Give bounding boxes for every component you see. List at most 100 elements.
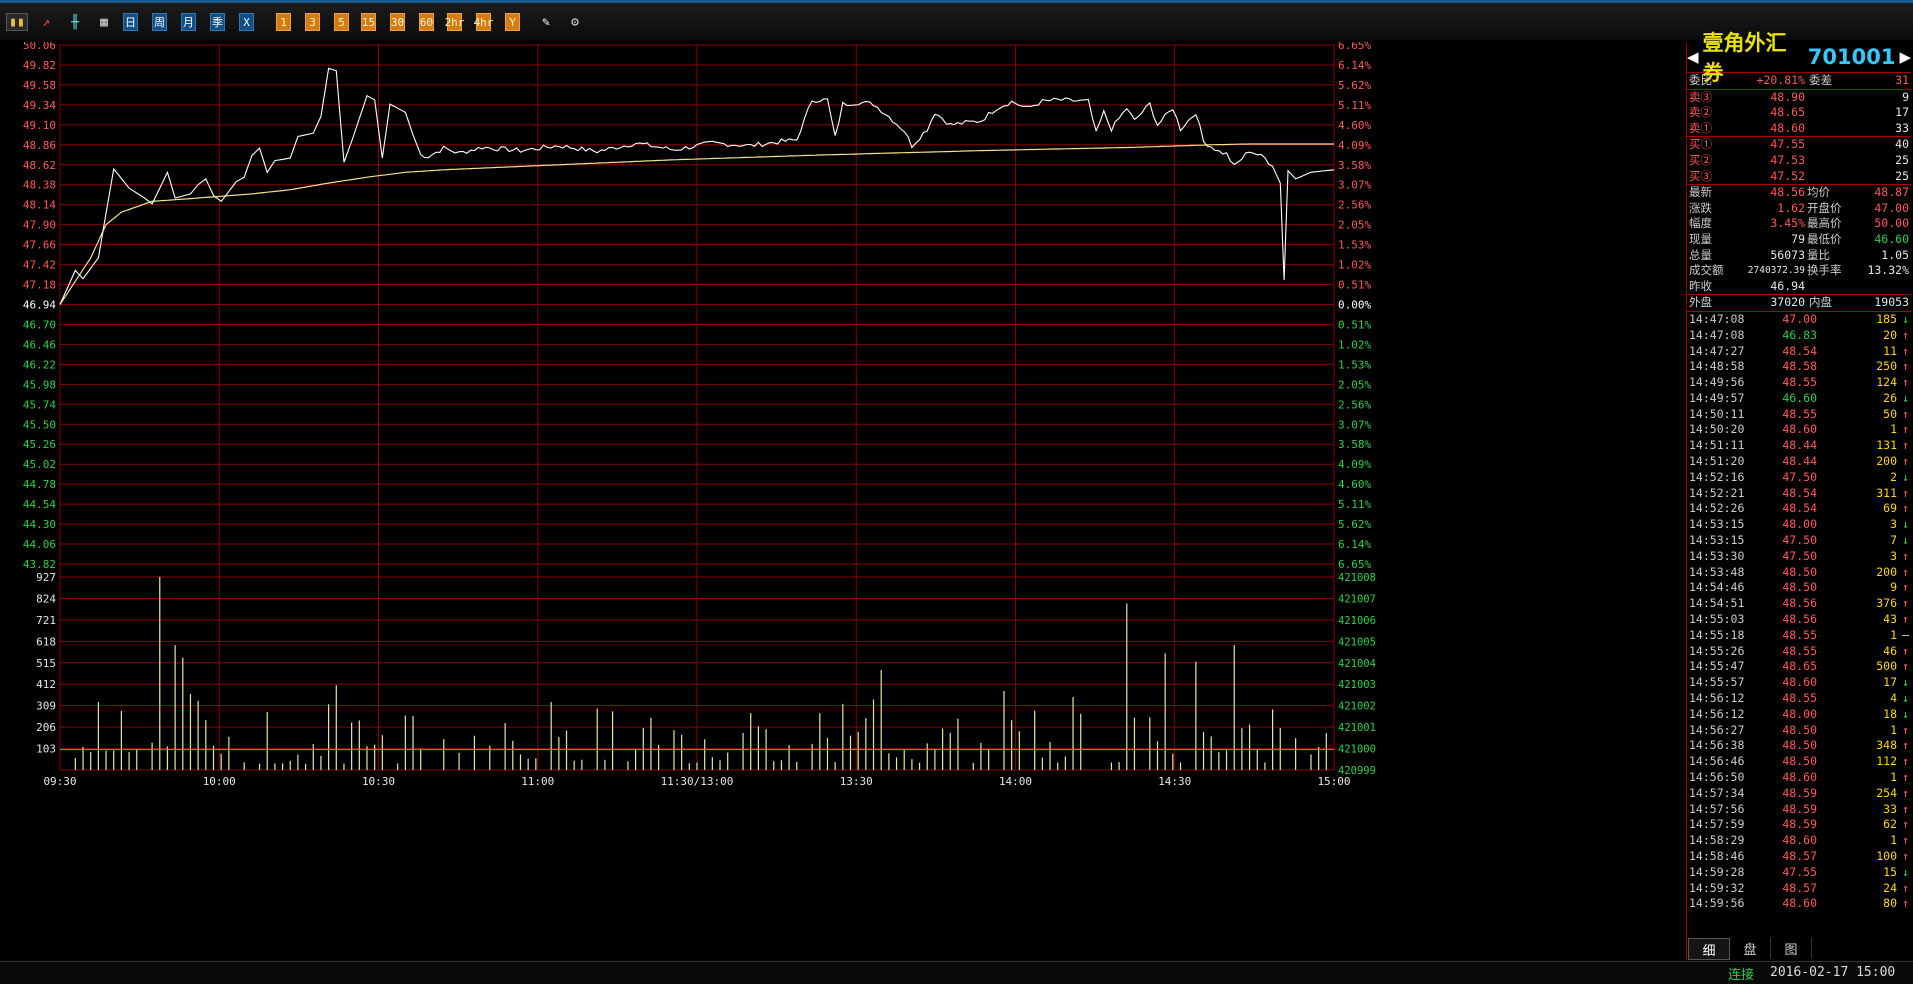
calendar-icon[interactable]: ▦ bbox=[93, 13, 115, 31]
bar-chart-icon[interactable]: ▮▮ bbox=[6, 13, 28, 31]
tick-list[interactable]: 14:47:08 47.00 185 ↓ 14:47:08 46.83 20 ↑ 14:47:2… bbox=[1687, 310, 1911, 912]
time-tick-label: 10:30 bbox=[362, 775, 395, 788]
quote-sidebar: ◀ 壹角外汇券 701001 ▶ 委比 +20.81% 委差 31 卖③ 48.9… bbox=[1686, 31, 1911, 960]
stat-value-2: 47.00 bbox=[1874, 200, 1909, 215]
tick-volume: 311 bbox=[1876, 485, 1897, 500]
stat-label: 成交额 bbox=[1689, 263, 1724, 278]
next-security-icon[interactable]: ▶ bbox=[1899, 48, 1911, 66]
detail-tabs: 细 盘 图 bbox=[1688, 938, 1812, 960]
tick-price: 47.50 bbox=[1782, 533, 1817, 548]
tick-price: 48.50 bbox=[1782, 564, 1817, 579]
pencil-icon[interactable]: ✎ bbox=[535, 13, 557, 31]
period-2hr-button[interactable]: 2hr bbox=[445, 13, 464, 31]
tick-time: 14:54:51 bbox=[1689, 596, 1745, 611]
period-y-button[interactable]: Y bbox=[505, 13, 520, 31]
stat-label: 幅度 bbox=[1689, 216, 1712, 231]
price-tick-label: 47.90 bbox=[23, 219, 56, 232]
period-x-button[interactable]: X bbox=[239, 13, 254, 31]
period-month-button[interactable]: 月 bbox=[181, 13, 196, 31]
tab-chart[interactable]: 图 bbox=[1771, 938, 1812, 958]
tick-volume: 100 bbox=[1876, 849, 1897, 863]
stat-label-2 bbox=[1805, 279, 1849, 295]
ask-label: 卖① bbox=[1689, 120, 1712, 135]
volume-tick-label: 927 bbox=[36, 571, 56, 584]
price-tick-label: 49.10 bbox=[23, 119, 56, 132]
tick-direction: ↑ bbox=[1902, 754, 1909, 769]
connection-status: 连接 bbox=[1728, 968, 1755, 983]
period-1-button[interactable]: 1 bbox=[276, 13, 291, 31]
tick-row: 14:56:12 48.55 4 ↓ bbox=[1687, 691, 1911, 707]
gear-icon[interactable]: ⚙ bbox=[564, 13, 586, 31]
tick-volume: 348 bbox=[1876, 738, 1897, 753]
tick-row: 14:49:56 48.55 124 ↑ bbox=[1687, 375, 1911, 391]
ask-row: 卖② 48.65 17 bbox=[1687, 105, 1911, 121]
period-30-button[interactable]: 30 bbox=[390, 13, 405, 31]
tick-time: 14:47:27 bbox=[1689, 343, 1745, 358]
tick-price: 46.83 bbox=[1782, 327, 1817, 342]
tick-time: 14:53:15 bbox=[1689, 533, 1745, 548]
tick-direction: ↑ bbox=[1902, 738, 1909, 753]
tick-volume: 200 bbox=[1876, 564, 1897, 579]
period-quarter-button[interactable]: 季 bbox=[210, 13, 225, 31]
period-3-button[interactable]: 3 bbox=[305, 13, 320, 31]
tick-row: 14:57:56 48.59 33 ↑ bbox=[1687, 802, 1911, 818]
bid-price: 47.53 bbox=[1770, 152, 1805, 167]
tick-row: 14:55:47 48.65 500 ↑ bbox=[1687, 659, 1911, 675]
period-day-button[interactable]: 日 bbox=[123, 13, 138, 31]
period-60-button[interactable]: 60 bbox=[419, 13, 434, 31]
tick-volume: 1 bbox=[1890, 722, 1897, 737]
tick-row: 14:48:58 48.58 250 ↑ bbox=[1687, 359, 1911, 375]
price-tick-label: 47.18 bbox=[23, 279, 56, 292]
price-tick-label: 45.50 bbox=[23, 418, 56, 431]
volume-tick-label: 103 bbox=[36, 743, 56, 756]
stat-value: 3.45% bbox=[1770, 216, 1805, 231]
price-tick-label: 48.38 bbox=[23, 179, 56, 192]
stat-value-2: 46.60 bbox=[1874, 231, 1909, 246]
tick-time: 14:55:47 bbox=[1689, 659, 1745, 674]
tick-row: 14:52:16 47.50 2 ↓ bbox=[1687, 470, 1911, 486]
tick-row: 14:55:57 48.60 17 ↓ bbox=[1687, 675, 1911, 691]
percent-tick-label: 2.56% bbox=[1338, 199, 1371, 212]
period-15-button[interactable]: 15 bbox=[361, 13, 376, 31]
time-tick-label: 09:30 bbox=[43, 775, 76, 788]
tick-price: 48.54 bbox=[1782, 501, 1817, 516]
percent-tick-label: 1.53% bbox=[1338, 358, 1371, 371]
ask-volume: 9 bbox=[1902, 89, 1909, 104]
bid-price: 47.52 bbox=[1770, 168, 1805, 183]
tab-book[interactable]: 盘 bbox=[1730, 938, 1771, 958]
tick-direction: ↑ bbox=[1902, 564, 1909, 579]
volume-tick-label: 824 bbox=[36, 592, 56, 605]
price-tick-label: 46.22 bbox=[23, 358, 56, 371]
stat-label-2: 最低价 bbox=[1807, 231, 1842, 246]
time-tick-label: 13:30 bbox=[840, 775, 873, 788]
tick-volume: 3 bbox=[1890, 517, 1897, 532]
line-chart-icon[interactable]: ↗ bbox=[35, 13, 57, 31]
price-tick-label: 47.42 bbox=[23, 259, 56, 272]
tick-time: 14:56:50 bbox=[1689, 770, 1745, 785]
candlestick-icon[interactable]: ╫ bbox=[64, 13, 86, 31]
tick-volume: 112 bbox=[1876, 754, 1897, 769]
tick-price: 48.57 bbox=[1782, 849, 1817, 863]
tab-detail[interactable]: 细 bbox=[1688, 938, 1730, 960]
percent-tick-label: 6.14% bbox=[1338, 538, 1371, 551]
tick-volume: 7 bbox=[1890, 533, 1897, 548]
tick-direction: ↑ bbox=[1902, 643, 1909, 658]
period-4hr-button[interactable]: 4hr bbox=[474, 13, 493, 31]
tick-direction: ↓ bbox=[1902, 533, 1909, 548]
volume-tick-label: 515 bbox=[36, 657, 56, 670]
security-title: ◀ 壹角外汇券 701001 ▶ bbox=[1687, 31, 1911, 85]
tick-direction: ↓ bbox=[1902, 691, 1909, 706]
ask-volume: 17 bbox=[1895, 105, 1909, 120]
tick-time: 14:52:26 bbox=[1689, 501, 1745, 516]
stat-value: 2740372.39 bbox=[1747, 265, 1805, 277]
period-week-button[interactable]: 周 bbox=[152, 13, 167, 31]
stat-label: 现量 bbox=[1689, 231, 1712, 246]
tick-price: 48.60 bbox=[1782, 675, 1817, 690]
bid-row: 买① 47.55 40 bbox=[1687, 137, 1911, 153]
tick-row: 14:56:12 48.00 18 ↓ bbox=[1687, 707, 1911, 723]
tick-time: 14:52:16 bbox=[1689, 469, 1745, 484]
tick-time: 14:55:03 bbox=[1689, 612, 1745, 627]
tick-price: 48.57 bbox=[1782, 880, 1817, 895]
prev-security-icon[interactable]: ◀ bbox=[1687, 48, 1699, 66]
period-5-button[interactable]: 5 bbox=[334, 13, 349, 31]
